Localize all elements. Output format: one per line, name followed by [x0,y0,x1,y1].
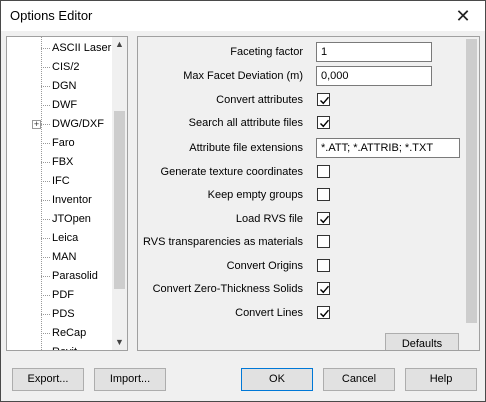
max-facet-deviation-label: Max Facet Deviation (m) [183,70,303,82]
convert-origins-checkbox[interactable] [317,259,330,272]
convert-zero-thickness-label: Convert Zero-Thickness Solids [152,283,303,295]
load-rvs-file-checkbox[interactable] [317,212,330,225]
tree-connector [41,143,50,144]
import-button[interactable]: Import... [94,368,166,391]
tree-connector [41,200,50,201]
tree-item[interactable]: CIS/2 [41,58,115,78]
export-button[interactable]: Export... [12,368,84,391]
rvm-options-panel: Faceting factor 1 Max Facet Deviation (m… [137,36,480,351]
scroll-up-icon[interactable]: ▲ [112,37,127,52]
ok-button[interactable]: OK [241,368,313,391]
tree-connector [41,276,50,277]
tree-item-label: DWF [52,99,78,111]
tree-item-label: FBX [52,156,74,168]
tree-item[interactable]: JTOpen [41,210,115,230]
tree-item-label: JTOpen [52,213,91,225]
cancel-button[interactable]: Cancel [323,368,395,391]
tree-scrollbar[interactable]: ▲ ▼ [112,37,127,350]
help-button[interactable]: Help [405,368,477,391]
tree-connector [41,314,50,315]
convert-origins-label: Convert Origins [226,260,303,272]
convert-attributes-checkbox[interactable] [317,93,330,106]
expand-icon[interactable]: + [32,120,41,129]
tree-item-label: Inventor [52,194,92,206]
tree-item-label: Faro [52,137,75,149]
convert-attributes-label: Convert attributes [216,94,303,106]
tree-item[interactable]: DGN [41,77,115,97]
keep-empty-groups-label: Keep empty groups [207,189,303,201]
max-facet-deviation-input[interactable]: 0,000 [316,66,432,86]
tree-item[interactable]: PDS [41,305,115,325]
format-tree[interactable]: ASCII Laser CIS/2 DGN DWF DWG/DXF + Faro FBX IFC… [6,36,128,351]
convert-lines-label: Convert Lines [235,307,303,319]
tree-item[interactable]: ReCap [41,324,115,344]
checkmark-icon [320,309,330,318]
tree-item-label: MAN [52,251,77,263]
panel-scroll-thumb[interactable] [466,39,477,323]
checkmark-icon [320,285,330,294]
close-icon[interactable]: ✕ [441,1,485,31]
window-title: Options Editor [10,8,93,23]
tree-connector [41,105,50,106]
faceting-factor-input[interactable]: 1 [316,42,432,62]
tree-connector [41,333,50,334]
tree-connector [41,219,50,220]
checkmark-icon [320,215,330,224]
keep-empty-groups-checkbox[interactable] [317,188,330,201]
tree-connector [41,181,50,182]
rvs-transparencies-checkbox[interactable] [317,235,330,248]
tree-item[interactable]: Leica [41,229,115,249]
checkmark-icon [320,119,330,128]
tree-connector [41,124,50,125]
title-bar: Options Editor ✕ [1,1,485,31]
rvs-transparencies-label: RVS transparencies as materials [143,236,303,248]
tree-item[interactable]: Revit [41,343,115,350]
scroll-down-icon[interactable]: ▼ [112,335,127,350]
defaults-button[interactable]: Defaults [385,333,459,350]
tree-connector [41,67,50,68]
tree-item-label: CIS/2 [52,61,80,73]
tree-item[interactable]: FBX [41,153,115,173]
tree-connector [41,238,50,239]
tree-item-label: PDS [52,308,75,320]
tree-item[interactable]: PDF [41,286,115,306]
generate-texture-coordinates-checkbox[interactable] [317,165,330,178]
convert-lines-checkbox[interactable] [317,306,330,319]
tree-item-label: DWG/DXF [52,118,104,130]
tree-item-label: IFC [52,175,70,187]
checkmark-icon [320,96,330,105]
tree-item[interactable]: Inventor [41,191,115,211]
attribute-file-extensions-label: Attribute file extensions [189,142,303,154]
tree-item-label: Revit [52,346,77,350]
search-all-attribute-files-label: Search all attribute files [188,117,303,129]
tree-item-label: DGN [52,80,77,92]
tree-item-label: PDF [52,289,74,301]
options-editor-window: Options Editor ✕ ASCII Laser CIS/2 DGN DWF D… [0,0,486,402]
convert-zero-thickness-checkbox[interactable] [317,282,330,295]
tree-connector [41,162,50,163]
tree-connector [41,48,50,49]
tree-item[interactable]: Parasolid [41,267,115,287]
panel-scrollbar[interactable] [464,37,479,327]
tree-item[interactable]: MAN [41,248,115,268]
tree-connector [41,257,50,258]
tree-item[interactable]: ASCII Laser [41,39,115,59]
tree-item[interactable]: Faro [41,134,115,154]
tree-item-label: Parasolid [52,270,98,282]
tree-connector [41,86,50,87]
scroll-thumb[interactable] [114,111,125,289]
tree-connector [41,295,50,296]
tree-item-label: ReCap [52,327,87,339]
load-rvs-file-label: Load RVS file [235,213,303,225]
faceting-factor-label: Faceting factor [230,46,303,58]
generate-texture-coordinates-label: Generate texture coordinates [160,166,303,178]
search-all-attribute-files-checkbox[interactable] [317,116,330,129]
tree-item[interactable]: DWF [41,96,115,116]
tree-item[interactable]: DWG/DXF [41,115,115,135]
tree-item-label: Leica [52,232,79,244]
attribute-file-extensions-input[interactable]: *.ATT; *.ATTRIB; *.TXT [316,138,460,158]
tree-item[interactable]: IFC [41,172,115,192]
tree-item-label: ASCII Laser [52,42,112,54]
